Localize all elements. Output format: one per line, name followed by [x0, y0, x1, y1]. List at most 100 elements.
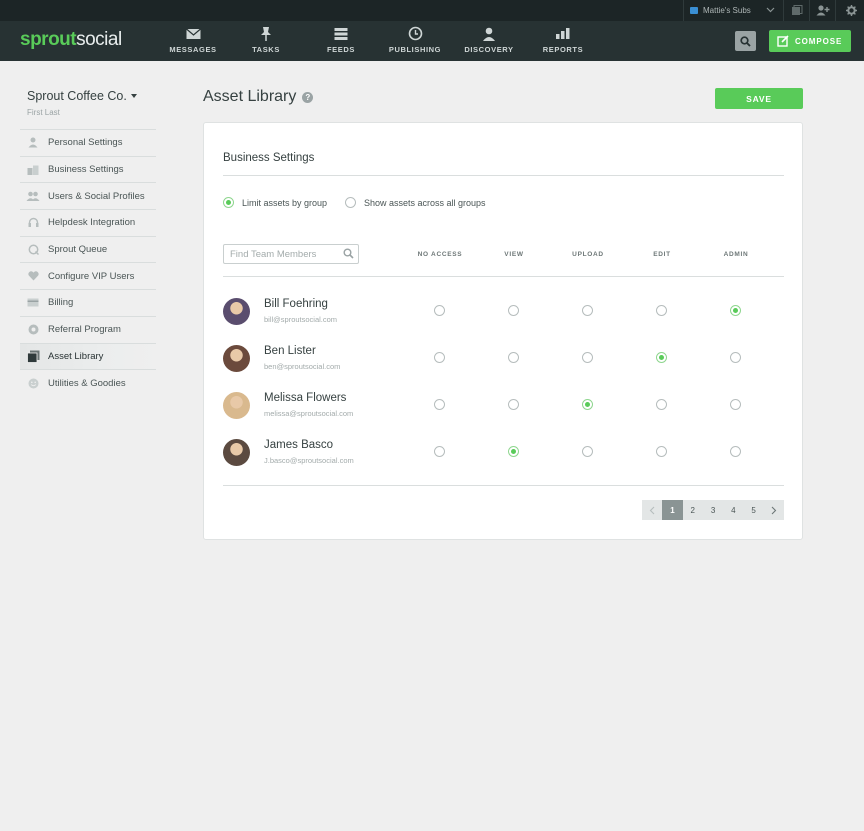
permission-radio-upload[interactable] — [582, 352, 593, 363]
stack-icon — [791, 5, 802, 15]
current-user-name: First Last — [27, 108, 60, 117]
permission-radio-no-access[interactable] — [434, 305, 445, 316]
permission-radio-view[interactable] — [508, 305, 519, 316]
avatar — [223, 392, 250, 419]
table-row: James Basco J.basco@sproutsocial.com — [223, 438, 784, 478]
save-button[interactable]: SAVE — [715, 88, 803, 109]
account-icon — [690, 7, 698, 14]
nav-messages[interactable]: MESSAGES — [162, 26, 224, 54]
building-icon — [27, 165, 39, 175]
permission-radio-upload[interactable] — [582, 399, 593, 410]
radio-button[interactable] — [345, 197, 356, 208]
divider — [223, 276, 784, 277]
permission-radio-edit[interactable] — [656, 446, 667, 457]
member-name: James Basco — [264, 439, 334, 451]
nav-discovery[interactable]: DISCOVERY — [458, 26, 520, 54]
add-user-icon — [816, 5, 829, 16]
member-name: Melissa Flowers — [264, 392, 347, 404]
permission-radio-no-access[interactable] — [434, 399, 445, 410]
page-button-3[interactable]: 3 — [702, 500, 724, 520]
prev-page-button[interactable] — [642, 500, 663, 520]
radio-button[interactable] — [223, 197, 234, 208]
sidebar-item-business-settings[interactable]: Business Settings — [20, 155, 156, 183]
sidebar-item-personal-settings[interactable]: Personal Settings — [20, 129, 156, 156]
help-icon[interactable]: ? — [302, 91, 314, 103]
column-header-edit: EDIT — [653, 251, 671, 258]
page-button-1[interactable]: 1 — [662, 500, 683, 520]
add-user-button[interactable] — [810, 0, 836, 21]
queue-icon — [28, 244, 39, 256]
sidebar-item-billing[interactable]: Billing — [20, 289, 156, 316]
chevron-down-icon — [766, 7, 775, 13]
asset-library-card: Business Settings Limit assets by group … — [203, 122, 803, 540]
table-row: Ben Lister ben@sproutsocial.com — [223, 344, 784, 384]
member-email: bill@sproutsocial.com — [264, 315, 338, 324]
table-row: Bill Foehring bill@sproutsocial.com — [223, 297, 784, 337]
card-icon — [27, 298, 39, 307]
permission-radio-edit[interactable] — [656, 305, 667, 316]
column-header-upload: UPLOAD — [572, 251, 604, 258]
scope-option-limit-by-group[interactable]: Limit assets by group — [223, 197, 327, 208]
next-page-button[interactable] — [763, 500, 785, 520]
sidebar-item-asset-library[interactable]: Asset Library — [20, 342, 156, 370]
permission-radio-admin[interactable] — [730, 305, 741, 316]
brand-switcher[interactable]: Sprout Coffee Co. — [20, 87, 156, 105]
sidebar-item-helpdesk-integration[interactable]: Helpdesk Integration — [20, 209, 156, 236]
permission-radio-view[interactable] — [508, 446, 519, 457]
search-icon — [740, 35, 751, 47]
pin-icon — [261, 27, 271, 41]
compose-icon — [777, 35, 789, 47]
sidebar-item-sprout-queue[interactable]: Sprout Queue — [20, 235, 156, 263]
account-name: Mattie's Subs — [703, 6, 751, 15]
permission-radio-edit[interactable] — [656, 399, 667, 410]
smiley-icon — [28, 378, 38, 389]
account-switcher[interactable]: Mattie's Subs — [683, 0, 784, 21]
sprout-social-logo[interactable]: sproutsocial — [20, 29, 122, 51]
brand-name: Sprout Coffee Co. — [27, 89, 127, 103]
sidebar-item-configure-vip-users[interactable]: Configure VIP Users — [20, 262, 156, 289]
permission-radio-upload[interactable] — [582, 305, 593, 316]
settings-sidebar: Sprout Coffee Co. First Last Personal Se… — [20, 87, 156, 396]
sidebar-item-referral-program[interactable]: Referral Program — [20, 315, 156, 343]
permission-radio-no-access[interactable] — [434, 446, 445, 457]
find-team-members-input[interactable] — [223, 244, 359, 264]
permission-radio-edit[interactable] — [656, 352, 667, 363]
nav-tasks[interactable]: TASKS — [235, 26, 297, 54]
notifications-button[interactable] — [784, 0, 810, 21]
headset-icon — [28, 218, 38, 228]
page-title: Asset Library ? — [203, 88, 314, 106]
gear-icon — [845, 5, 857, 16]
feeds-icon — [334, 28, 348, 40]
permission-radio-admin[interactable] — [730, 399, 741, 410]
permission-radio-upload[interactable] — [582, 446, 593, 457]
page-button-5[interactable]: 5 — [743, 500, 764, 520]
table-row: Melissa Flowers melissa@sproutsocial.com — [223, 391, 784, 431]
sidebar-item-users-social-profiles[interactable]: Users & Social Profiles — [20, 182, 156, 209]
nav-reports[interactable]: REPORTS — [532, 26, 594, 54]
permission-radio-admin[interactable] — [730, 352, 741, 363]
nav-publishing[interactable]: PUBLISHING — [384, 26, 446, 54]
scope-option-all-groups[interactable]: Show assets across all groups — [345, 197, 486, 208]
pagination: 1 2 3 4 5 — [642, 500, 785, 520]
page-button-2[interactable]: 2 — [682, 500, 703, 520]
search-icon[interactable] — [343, 248, 354, 259]
permission-radio-view[interactable] — [508, 399, 519, 410]
divider — [223, 485, 784, 486]
users-icon — [26, 191, 40, 202]
page-button-4[interactable]: 4 — [723, 500, 744, 520]
permission-radio-admin[interactable] — [730, 446, 741, 457]
utility-bar: Mattie's Subs — [0, 0, 864, 21]
member-name: Ben Lister — [264, 345, 316, 357]
compose-button[interactable]: COMPOSE — [769, 30, 851, 52]
divider — [223, 175, 784, 176]
nav-feeds[interactable]: FEEDS — [310, 26, 372, 54]
settings-button[interactable] — [838, 0, 864, 21]
library-icon — [26, 350, 39, 363]
heart-icon — [27, 271, 39, 281]
sidebar-item-utilities-goodies[interactable]: Utilities & Goodies — [20, 369, 156, 396]
permission-radio-no-access[interactable] — [434, 352, 445, 363]
global-search-button[interactable] — [735, 31, 756, 51]
permission-radio-view[interactable] — [508, 352, 519, 363]
clock-icon — [408, 26, 422, 41]
chevron-right-icon — [772, 506, 777, 514]
